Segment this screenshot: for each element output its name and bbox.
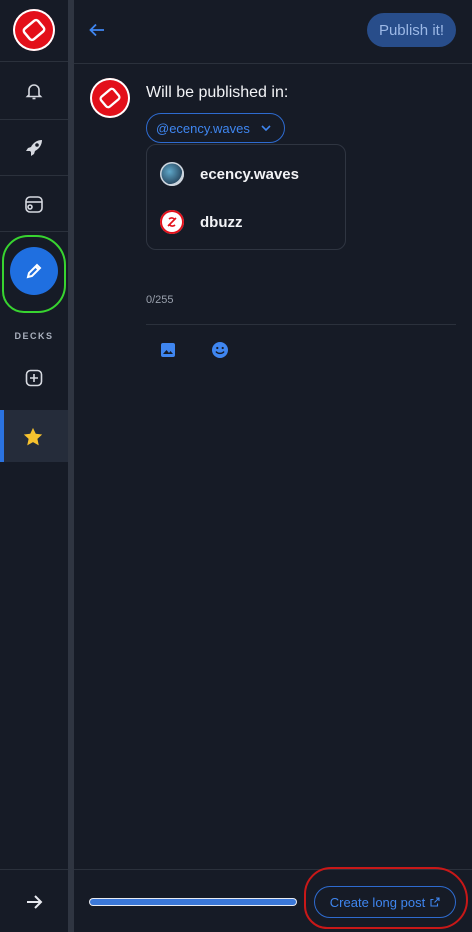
dropdown-item-dbuzz[interactable]: dbuzz <box>147 199 345 245</box>
ecency-waves-avatar <box>160 162 184 186</box>
avatar <box>90 78 130 118</box>
active-indicator <box>0 410 4 462</box>
ecency-logo[interactable] <box>13 9 55 51</box>
arrow-left-icon <box>89 23 104 37</box>
sidebar-item-discover[interactable] <box>0 120 68 176</box>
community-dropdown: ecency.waves dbuzz <box>146 144 346 250</box>
toolbar-divider <box>146 324 456 325</box>
publish-in-label: Will be published in: <box>146 84 289 101</box>
dropdown-item-label: ecency.waves <box>200 165 299 183</box>
external-link-icon <box>430 897 440 907</box>
create-long-post-label: Create long post <box>329 894 426 910</box>
community-select-value: @ecency.waves <box>156 120 250 136</box>
progress-fill <box>90 899 296 905</box>
emoji-icon <box>212 342 228 358</box>
sidebar-divider <box>0 869 68 870</box>
composer-header: Publish it! <box>74 0 472 64</box>
arrow-right-icon <box>27 895 43 909</box>
add-deck-button[interactable] <box>0 350 68 406</box>
create-long-post-button[interactable]: Create long post <box>314 886 456 918</box>
composer-column: Publish it! Will be published in: @ecenc… <box>74 0 472 932</box>
pencil-icon <box>26 263 42 279</box>
image-icon <box>161 343 175 357</box>
sidebar-item-notifications[interactable] <box>0 63 68 119</box>
publish-button[interactable]: Publish it! <box>366 13 456 47</box>
add-emoji-button[interactable] <box>209 339 231 361</box>
add-image-button[interactable] <box>157 339 179 361</box>
bell-icon <box>25 84 43 100</box>
back-button[interactable] <box>88 21 106 44</box>
sidebar-item-favorites[interactable] <box>0 410 68 462</box>
plus-square-icon <box>25 369 43 387</box>
dropdown-item-ecency-waves[interactable]: ecency.waves <box>147 151 345 197</box>
rocket-icon <box>26 140 42 156</box>
dropdown-item-label: dbuzz <box>200 213 243 231</box>
community-select[interactable]: @ecency.waves <box>146 113 285 143</box>
sidebar-divider <box>0 231 68 232</box>
wallet-icon <box>25 196 43 213</box>
character-counter: 0/255 <box>146 294 174 306</box>
dbuzz-avatar <box>160 210 184 234</box>
sidebar: DECKS <box>0 0 68 932</box>
chevron-down-icon <box>261 125 271 132</box>
star-icon <box>23 427 43 446</box>
sidebar-item-wallet[interactable] <box>0 176 68 232</box>
progress-bar <box>89 898 297 906</box>
sidebar-divider <box>0 61 68 62</box>
expand-sidebar-button[interactable] <box>0 874 68 930</box>
decks-heading: DECKS <box>14 331 54 341</box>
compose-button[interactable] <box>10 247 58 295</box>
